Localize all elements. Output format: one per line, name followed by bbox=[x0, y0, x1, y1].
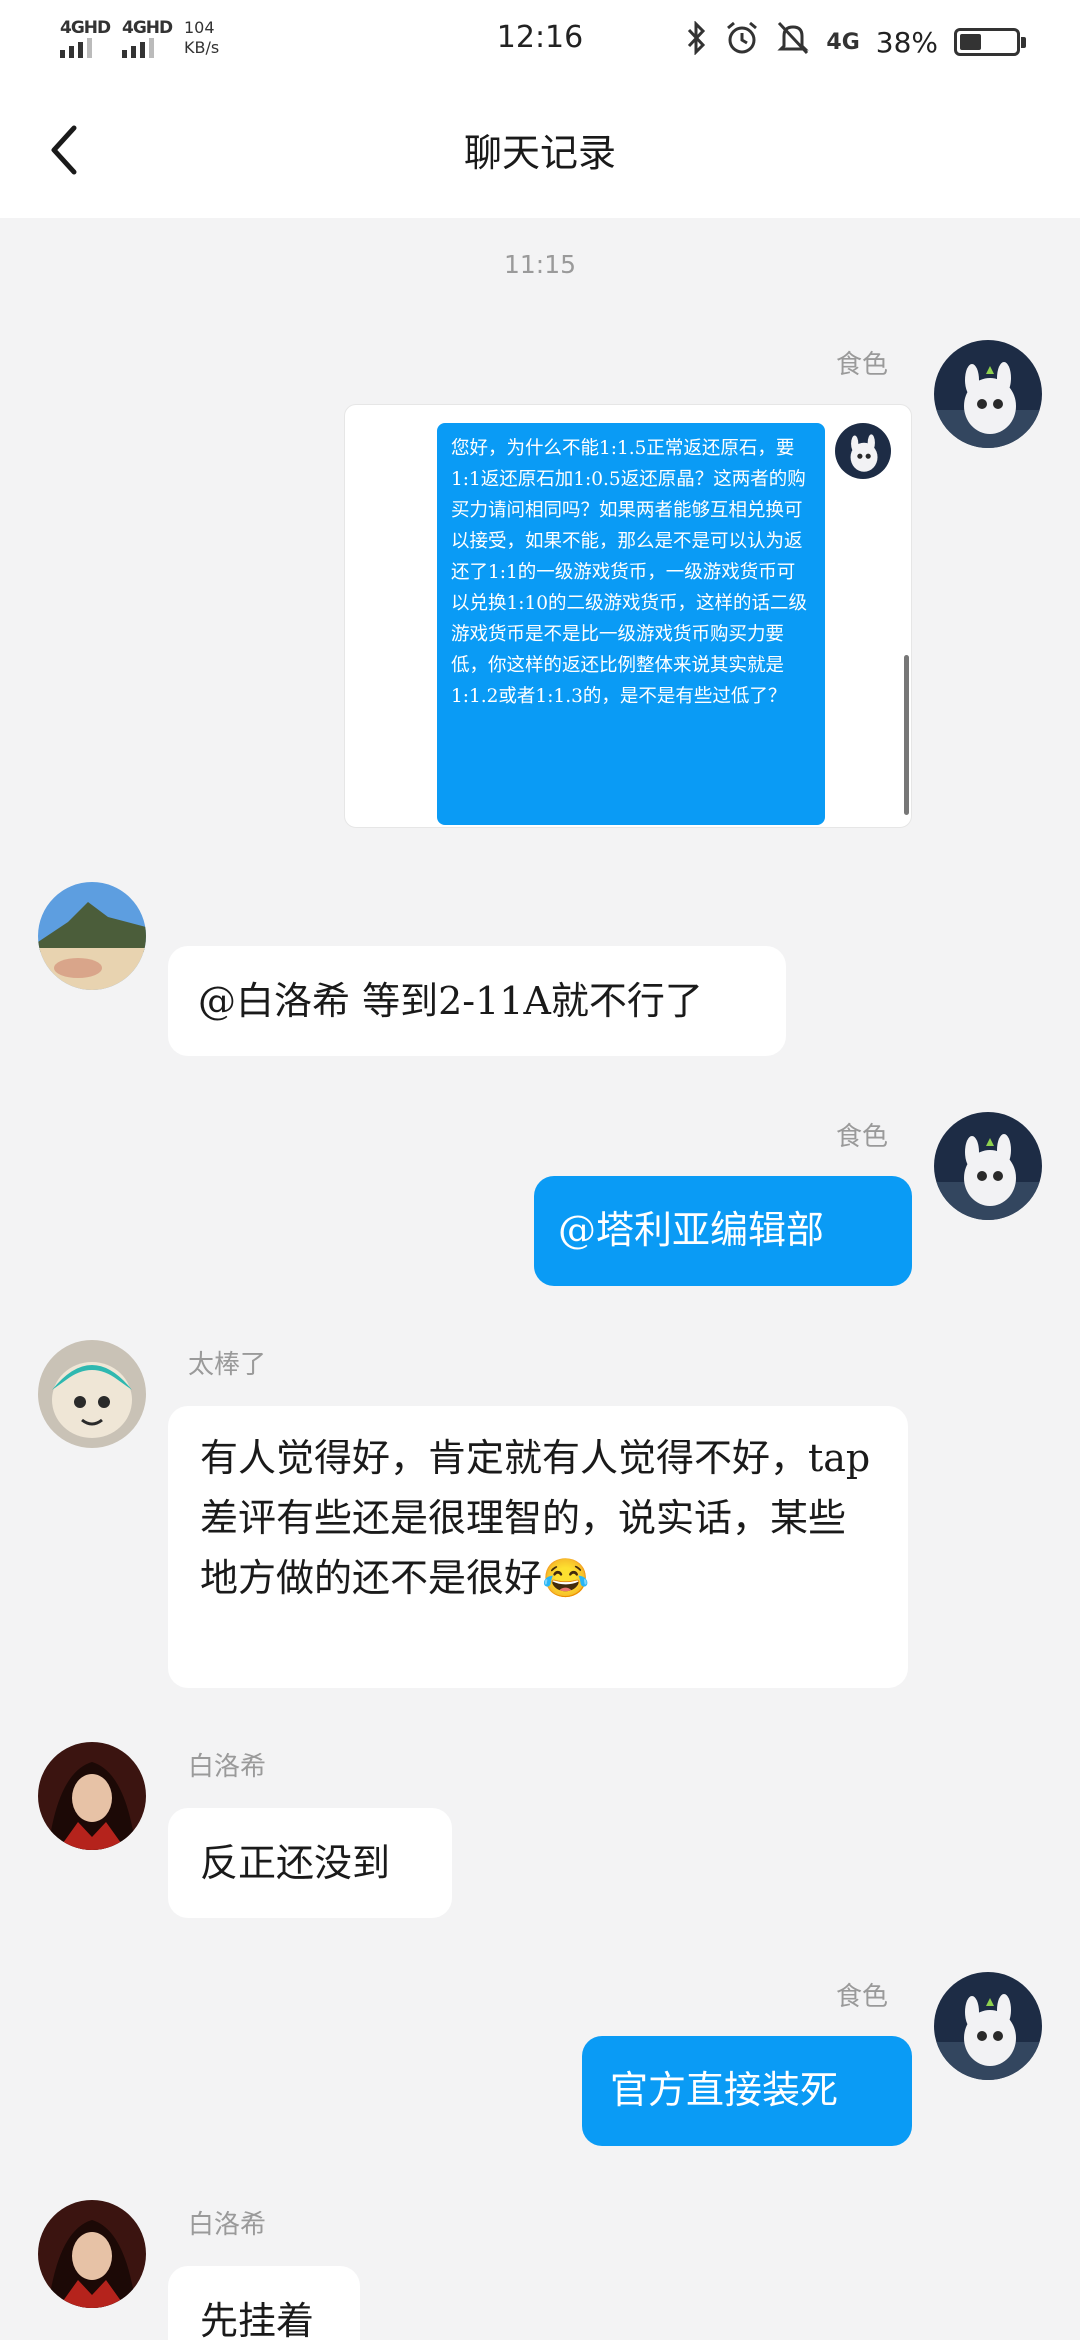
message-bubble[interactable]: 先挂着 bbox=[168, 2266, 360, 2340]
message-bubble[interactable]: @塔利亚编辑部 bbox=[534, 1176, 912, 1286]
sender-name: 食色 bbox=[835, 1122, 888, 1152]
status-right: 4G 38% bbox=[684, 20, 1026, 64]
message-bubble[interactable]: @白洛希 等到2-11A就不行了 bbox=[168, 946, 786, 1056]
bell-off-icon bbox=[776, 20, 810, 64]
avatar-bai-luo-xi[interactable] bbox=[38, 2200, 146, 2308]
avatar-bai-luo-xi[interactable] bbox=[38, 1742, 146, 1850]
avatar-beach[interactable] bbox=[38, 882, 146, 990]
message-text: @白洛希 等到2-11A就不行了 bbox=[198, 979, 703, 1023]
bluetooth-icon bbox=[684, 20, 708, 63]
sender-name: 食色 bbox=[835, 1982, 888, 2012]
avatar-shise[interactable] bbox=[934, 340, 1042, 448]
avatar-tai-bang-le[interactable] bbox=[38, 1340, 146, 1448]
avatar-shise[interactable] bbox=[934, 1972, 1042, 2080]
quoted-avatar bbox=[835, 423, 891, 479]
sender-name: 白洛希 bbox=[188, 2210, 267, 2240]
avatar-shise[interactable] bbox=[934, 1112, 1042, 1220]
sender-name: 食色 bbox=[835, 350, 888, 380]
chat-timestamp: 11:15 bbox=[503, 250, 577, 279]
message-bubble[interactable]: 有人觉得好，肯定就有人觉得不好，tap差评有些还是很理智的，说实话，某些地方做的… bbox=[168, 1406, 908, 1688]
network-type: 4G bbox=[826, 29, 860, 55]
battery-icon bbox=[954, 28, 1026, 56]
battery-percent: 38% bbox=[875, 25, 938, 59]
message-text: @塔利亚编辑部 bbox=[558, 1208, 825, 1252]
card-scrollbar[interactable] bbox=[904, 655, 909, 815]
message-text: 先挂着 bbox=[200, 2299, 315, 2340]
sender-name: 太棒了 bbox=[188, 1350, 267, 1380]
message-text: 官方直接装死 bbox=[610, 2068, 839, 2112]
message-text: 有人觉得好，肯定就有人觉得不好，tap差评有些还是很理智的，说实话，某些地方做的… bbox=[200, 1436, 871, 1600]
alarm-icon bbox=[724, 20, 760, 64]
quoted-message-text: 您好，为什么不能1:1.5正常返还原石，要1:1返还原石加1:0.5返还原晶？这… bbox=[437, 423, 825, 825]
page-title: 聊天记录 bbox=[463, 131, 616, 175]
status-bar: 4GHD 4GHD 104 KB/s 12:16 4G 38% bbox=[0, 0, 1080, 82]
message-bubble[interactable]: 反正还没到 bbox=[168, 1808, 452, 1918]
quoted-image-card[interactable]: 您好，为什么不能1:1.5正常返还原石，要1:1返还原石加1:0.5返还原晶？这… bbox=[344, 404, 912, 828]
sender-name: 白洛希 bbox=[188, 1752, 267, 1782]
nav-header: 聊天记录 bbox=[0, 82, 1080, 218]
message-text: 反正还没到 bbox=[200, 1841, 391, 1885]
message-bubble[interactable]: 官方直接装死 bbox=[582, 2036, 912, 2146]
